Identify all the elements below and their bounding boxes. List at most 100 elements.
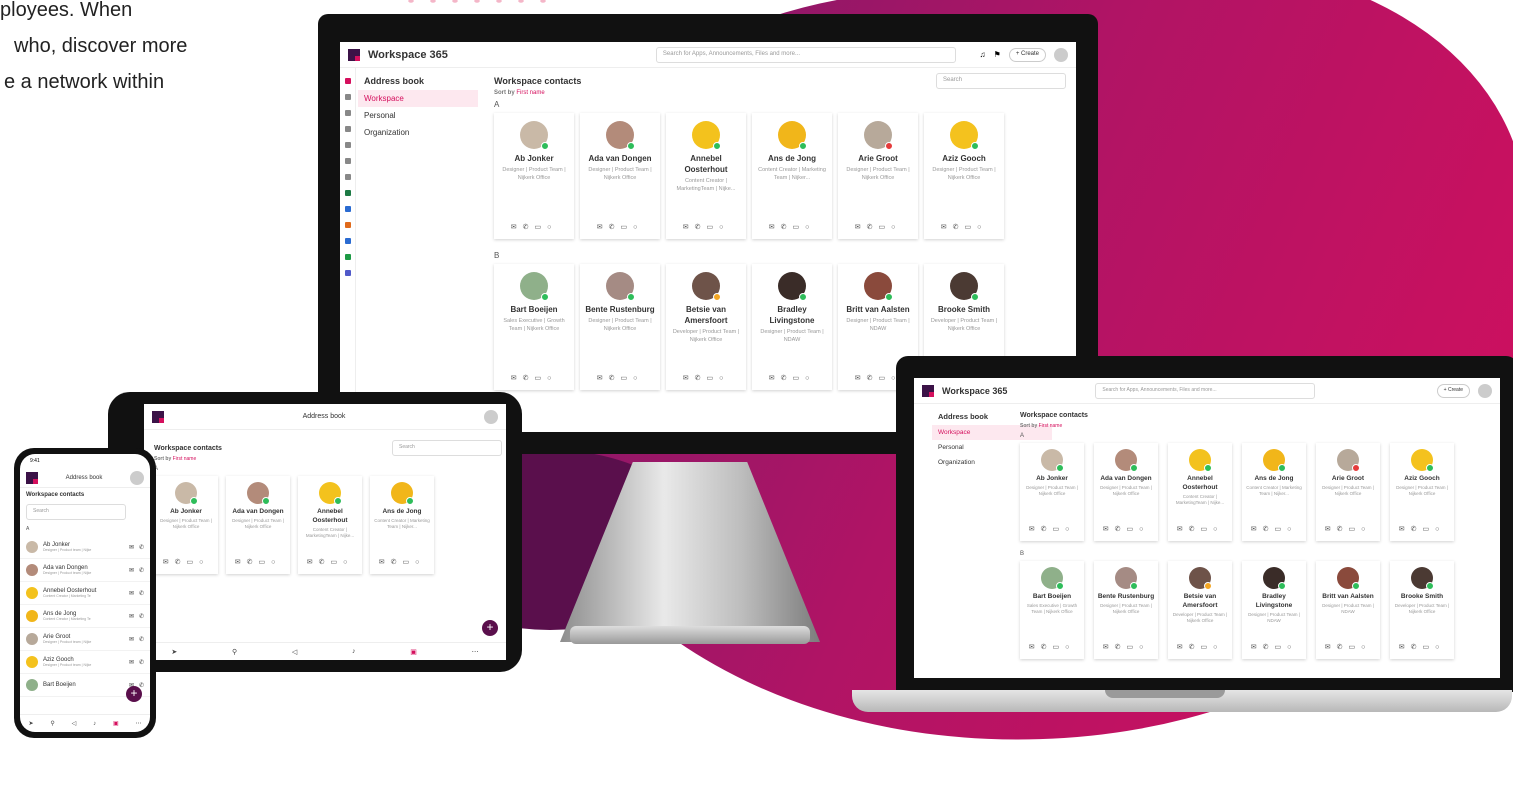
- global-search-input[interactable]: Search for Apps, Announcements, Files an…: [655, 46, 956, 63]
- contact-card[interactable]: Aziz Gooch Designer | Product Team | Nij…: [924, 113, 1004, 239]
- chat-icon[interactable]: ○: [1213, 644, 1223, 651]
- mail-icon[interactable]: ✉: [511, 375, 523, 382]
- video-icon[interactable]: ▭: [1348, 644, 1361, 651]
- mail-icon[interactable]: ✉: [1177, 644, 1189, 651]
- list-item[interactable]: Annebel Oosterhout Content Creator | Mark…: [20, 582, 150, 605]
- mail-icon[interactable]: ✉: [1103, 526, 1115, 533]
- video-icon[interactable]: ▭: [620, 224, 633, 231]
- video-icon[interactable]: ▭: [186, 559, 199, 566]
- phone-icon[interactable]: ✆: [391, 559, 403, 566]
- video-icon[interactable]: ▭: [534, 375, 547, 382]
- excel-icon[interactable]: [344, 190, 351, 196]
- mail-icon[interactable]: ✉: [683, 224, 695, 231]
- contacts-search-input[interactable]: Search: [392, 440, 502, 456]
- contact-card[interactable]: Aziz Gooch Designer | Product Team | Nij…: [1390, 443, 1454, 541]
- mail-icon[interactable]: ✉: [129, 636, 134, 643]
- mail-icon[interactable]: ✉: [597, 375, 609, 382]
- video-icon[interactable]: ▭: [534, 224, 547, 231]
- mail-icon[interactable]: ✉: [511, 224, 523, 231]
- phone-icon[interactable]: ✆: [523, 375, 535, 382]
- folder-icon[interactable]: [344, 94, 351, 100]
- mail-icon[interactable]: ✉: [855, 375, 867, 382]
- mail-icon[interactable]: ✉: [235, 559, 247, 566]
- todo-icon[interactable]: [344, 206, 351, 212]
- list-item[interactable]: Ada van Dongen Designer | Product team | …: [20, 559, 150, 582]
- chat-icon[interactable]: ○: [1361, 644, 1371, 651]
- mail-icon[interactable]: ✉: [769, 375, 781, 382]
- user-avatar[interactable]: [1054, 47, 1068, 62]
- chat-icon[interactable]: ○: [1065, 526, 1075, 533]
- mail-icon[interactable]: ✉: [379, 559, 391, 566]
- phone-icon[interactable]: ✆: [781, 224, 793, 231]
- phone-icon[interactable]: ✆: [1411, 526, 1423, 533]
- mail-icon[interactable]: [344, 110, 351, 116]
- chat-icon[interactable]: ○: [633, 224, 643, 231]
- contact-card[interactable]: Ada van Dongen Designer | Product Team |…: [1094, 443, 1158, 541]
- list-item[interactable]: Arie Groot Designer | Product team | Nijk…: [20, 628, 150, 651]
- video-icon[interactable]: ▭: [258, 559, 271, 566]
- contact-card[interactable]: Ada van Dongen Designer | Product Team |…: [226, 476, 290, 574]
- chat-icon[interactable]: ○: [719, 224, 729, 231]
- video-icon[interactable]: ▭: [964, 224, 977, 231]
- mail-icon[interactable]: ✉: [1399, 644, 1411, 651]
- add-contact-button[interactable]: +: [126, 686, 142, 702]
- chat-icon[interactable]: ○: [343, 559, 353, 566]
- chat-icon[interactable]: ○: [633, 375, 643, 382]
- phone-icon[interactable]: ✆: [319, 559, 331, 566]
- contact-card[interactable]: Annebel Oosterhout Content Creator | Mar…: [1168, 443, 1232, 541]
- contact-card[interactable]: Arie Groot Designer | Product Team | Nij…: [838, 113, 918, 239]
- create-button[interactable]: + Create: [1436, 383, 1470, 398]
- contact-card[interactable]: Ans de Jong Content Creator | Marketing …: [752, 113, 832, 239]
- megaphone-icon[interactable]: [344, 126, 351, 132]
- video-icon[interactable]: ▭: [1348, 526, 1361, 533]
- video-icon[interactable]: ▭: [878, 375, 891, 382]
- video-icon[interactable]: ▭: [1422, 526, 1435, 533]
- phone-icon[interactable]: ✆: [139, 613, 144, 620]
- add-contact-button[interactable]: +: [482, 620, 498, 636]
- document-icon[interactable]: [344, 142, 351, 148]
- chat-icon[interactable]: ○: [1361, 526, 1371, 533]
- mail-icon[interactable]: ✉: [1325, 526, 1337, 533]
- maps-icon[interactable]: [344, 254, 351, 260]
- phone-icon[interactable]: ✆: [139, 590, 144, 597]
- contact-card[interactable]: Betsie van Amersfoort Developer | Produc…: [666, 264, 746, 390]
- list-item[interactable]: Ab Jonker Designer | Product team | Nijke…: [20, 536, 150, 559]
- more-icon[interactable]: ⋯: [136, 720, 142, 727]
- video-icon[interactable]: ▭: [330, 559, 343, 566]
- chat-icon[interactable]: ○: [1435, 644, 1445, 651]
- mail-icon[interactable]: ✉: [1177, 526, 1189, 533]
- chat-icon[interactable]: ○: [805, 224, 815, 231]
- chat-icon[interactable]: ○: [415, 559, 425, 566]
- chat-icon[interactable]: ○: [1435, 526, 1445, 533]
- phone-icon[interactable]: ✆: [609, 224, 621, 231]
- sidebar-item-organization[interactable]: Organization: [358, 124, 478, 141]
- contact-card[interactable]: Bart Boeijen Sales Executive | Growth Te…: [1020, 561, 1084, 659]
- gift-icon[interactable]: ⚑: [994, 50, 1001, 59]
- apps-icon[interactable]: [344, 174, 351, 180]
- contact-card[interactable]: Ab Jonker Designer | Product Team | Nijk…: [494, 113, 574, 239]
- mail-icon[interactable]: ✉: [769, 224, 781, 231]
- phone-icon[interactable]: ✆: [867, 375, 879, 382]
- contact-card[interactable]: Bradley Livingstone Designer | Product T…: [752, 264, 832, 390]
- address-book-icon[interactable]: ▣: [113, 720, 119, 727]
- chat-icon[interactable]: ○: [271, 559, 281, 566]
- global-search-input[interactable]: Search for Apps, Announcements, Files an…: [1095, 382, 1316, 399]
- video-icon[interactable]: ▭: [402, 559, 415, 566]
- contact-card[interactable]: Ab Jonker Designer | Product Team | Nijk…: [1020, 443, 1084, 541]
- contact-card[interactable]: Brooke Smith Developer | Product Team | …: [1390, 561, 1454, 659]
- chat-icon[interactable]: ○: [1287, 526, 1297, 533]
- sort-value[interactable]: First name: [1039, 423, 1063, 429]
- mail-icon[interactable]: ✉: [129, 590, 134, 597]
- video-icon[interactable]: ▭: [1052, 526, 1065, 533]
- mail-icon[interactable]: ✉: [1251, 644, 1263, 651]
- phone-icon[interactable]: ✆: [1263, 526, 1275, 533]
- chat-icon[interactable]: ○: [547, 224, 557, 231]
- video-icon[interactable]: ▭: [792, 375, 805, 382]
- contact-card[interactable]: Annebel Oosterhout Content Creator | Mar…: [298, 476, 362, 574]
- contact-card[interactable]: Bente Rustenburg Designer | Product Team…: [1094, 561, 1158, 659]
- contact-card[interactable]: Betsie van Amersfoort Developer | Produc…: [1168, 561, 1232, 659]
- user-avatar[interactable]: [484, 409, 498, 424]
- outlook-icon[interactable]: [344, 238, 351, 244]
- phone-icon[interactable]: ✆: [139, 567, 144, 574]
- bell-icon[interactable]: ♪: [352, 648, 356, 655]
